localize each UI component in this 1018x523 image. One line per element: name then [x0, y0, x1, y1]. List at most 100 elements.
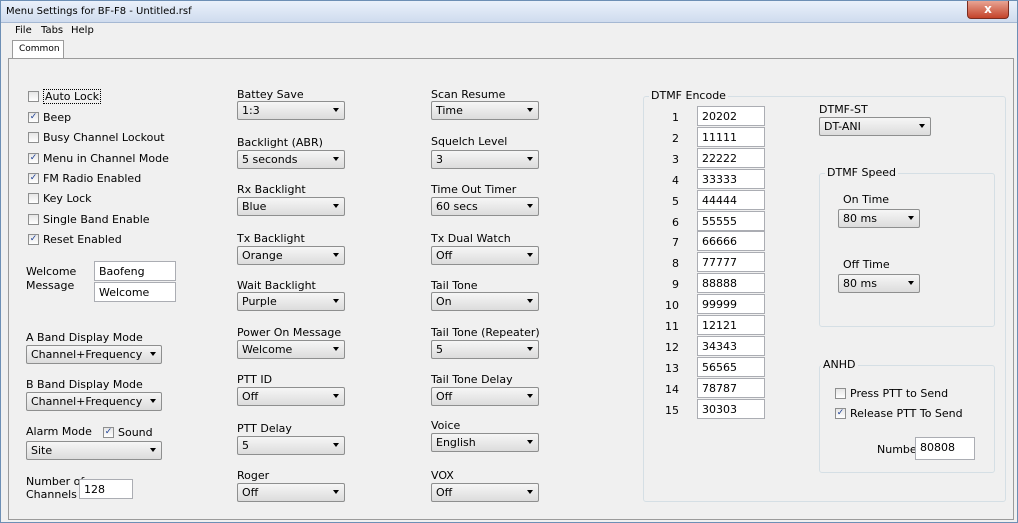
dtmf-code-input[interactable]: 66666 [697, 231, 765, 251]
voice-value: English [436, 436, 476, 449]
auto-lock-checkbox[interactable]: Auto Lock [28, 88, 102, 104]
channels-label-2: Channels [26, 488, 77, 501]
welcome-label: Welcome [26, 265, 77, 278]
chevron-down-icon [919, 124, 925, 128]
busy-lockout-checkbox[interactable]: Busy Channel Lockout [28, 129, 165, 145]
b-band-select[interactable]: Channel+Frequency [26, 392, 162, 411]
title-bar[interactable]: Menu Settings for BF-F8 - Untitled.rsf x [1, 1, 1017, 23]
checkbox-icon [28, 213, 39, 225]
battery-save-select[interactable]: 1:3 [237, 101, 345, 120]
dtmf-code-input[interactable]: 56565 [697, 357, 765, 377]
tail-tone-select[interactable]: On [431, 292, 539, 311]
tail-tone-repeater-select[interactable]: 5 [431, 340, 539, 359]
beep-checkbox[interactable]: ✓ Beep [28, 109, 71, 125]
dtmf-code-input[interactable]: 20202 [697, 106, 765, 126]
menu-file[interactable]: File [15, 25, 32, 36]
menu-help[interactable]: Help [71, 25, 94, 36]
backlight-select[interactable]: 5 seconds [237, 150, 345, 169]
chevron-down-icon [333, 394, 339, 398]
dtmf-row-number: 14 [665, 383, 679, 396]
tail-delay-select[interactable]: Off [431, 387, 539, 406]
power-on-value: Welcome [242, 343, 293, 356]
dtmf-row-number: 12 [665, 341, 679, 354]
welcome-line1-input[interactable]: Baofeng [94, 261, 176, 281]
voice-select[interactable]: English [431, 433, 539, 452]
reset-checkbox[interactable]: ✓ Reset Enabled [28, 231, 122, 247]
tx-backlight-value: Orange [242, 249, 283, 262]
dtmf-code-input[interactable]: 88888 [697, 273, 765, 293]
vox-label: VOX [431, 469, 454, 482]
wait-backlight-select[interactable]: Purple [237, 292, 345, 311]
tx-backlight-select[interactable]: Orange [237, 246, 345, 265]
chevron-down-icon [527, 157, 533, 161]
dtmf-st-select[interactable]: DT-ANI [819, 117, 931, 136]
message-label: Message [26, 279, 75, 292]
anhd-number-input[interactable]: 80808 [915, 437, 975, 460]
dtmf-row-number: 15 [665, 404, 679, 417]
ptt-id-select[interactable]: Off [237, 387, 345, 406]
on-time-select[interactable]: 80 ms [838, 209, 920, 228]
dtmf-code-input[interactable]: 33333 [697, 169, 765, 189]
dtmf-code-input[interactable]: 77777 [697, 252, 765, 272]
dtmf-code-input[interactable]: 22222 [697, 148, 765, 168]
dtmf-code-input[interactable]: 99999 [697, 294, 765, 314]
menu-channel-checkbox[interactable]: ✓ Menu in Channel Mode [28, 150, 169, 166]
press-ptt-label: Press PTT to Send [850, 386, 949, 400]
dtmf-code-input[interactable]: 78787 [697, 378, 765, 398]
chevron-down-icon [333, 347, 339, 351]
tab-common[interactable]: Common [12, 40, 64, 58]
dtmf-row-number: 10 [665, 299, 679, 312]
squelch-select[interactable]: 3 [431, 150, 539, 169]
battery-save-value: 1:3 [242, 104, 260, 117]
b-band-label: B Band Display Mode [26, 378, 143, 391]
chevron-down-icon [333, 443, 339, 447]
off-time-label: Off Time [843, 258, 890, 271]
reset-label: Reset Enabled [43, 232, 122, 246]
chevron-down-icon [333, 108, 339, 112]
menu-tabs[interactable]: Tabs [41, 25, 63, 36]
check-icon: ✓ [28, 233, 39, 245]
rx-backlight-select[interactable]: Blue [237, 197, 345, 216]
single-band-checkbox[interactable]: Single Band Enable [28, 211, 150, 227]
dtmf-code-input[interactable]: 30303 [697, 399, 765, 419]
timeout-value: 60 secs [436, 200, 478, 213]
power-on-select[interactable]: Welcome [237, 340, 345, 359]
anhd-title: ANHD [821, 358, 858, 371]
chevron-down-icon [527, 490, 533, 494]
off-time-select[interactable]: 80 ms [838, 274, 920, 293]
fm-radio-checkbox[interactable]: ✓ FM Radio Enabled [28, 170, 141, 186]
vox-select[interactable]: Off [431, 483, 539, 502]
dtmf-code-input[interactable]: 44444 [697, 190, 765, 210]
dtmf-st-label: DTMF-ST [819, 103, 868, 116]
dtmf-code-input[interactable]: 12121 [697, 315, 765, 335]
channels-input[interactable]: 128 [79, 479, 133, 499]
wait-backlight-value: Purple [242, 295, 277, 308]
chevron-down-icon [333, 204, 339, 208]
press-ptt-checkbox[interactable]: Press PTT to Send [835, 385, 948, 401]
welcome-line2-input[interactable]: Welcome [94, 282, 176, 302]
dtmf-row-number: 3 [672, 153, 679, 166]
sound-checkbox[interactable]: ✓ Sound [103, 424, 153, 440]
ptt-delay-select[interactable]: 5 [237, 436, 345, 455]
scan-resume-select[interactable]: Time [431, 101, 539, 120]
a-band-select[interactable]: Channel+Frequency [26, 345, 162, 364]
key-lock-checkbox[interactable]: Key Lock [28, 190, 92, 206]
release-ptt-checkbox[interactable]: ✓ Release PTT To Send [835, 405, 963, 421]
check-icon: ✓ [28, 111, 39, 123]
dtmf-code-input[interactable]: 11111 [697, 127, 765, 147]
squelch-label: Squelch Level [431, 135, 508, 148]
check-icon: ✓ [28, 172, 39, 184]
alarm-mode-select[interactable]: Site [26, 441, 162, 460]
on-time-label: On Time [843, 193, 890, 206]
dtmf-code-input[interactable]: 34343 [697, 336, 765, 356]
dual-watch-select[interactable]: Off [431, 246, 539, 265]
check-icon: ✓ [28, 152, 39, 164]
close-button[interactable]: x [967, 1, 1009, 19]
ptt-delay-label: PTT Delay [237, 422, 292, 435]
dtmf-row-number: 13 [665, 362, 679, 375]
timeout-select[interactable]: 60 secs [431, 197, 539, 216]
roger-select[interactable]: Off [237, 483, 345, 502]
dtmf-code-input[interactable]: 55555 [697, 211, 765, 231]
checkbox-icon [28, 192, 39, 204]
squelch-value: 3 [436, 153, 443, 166]
